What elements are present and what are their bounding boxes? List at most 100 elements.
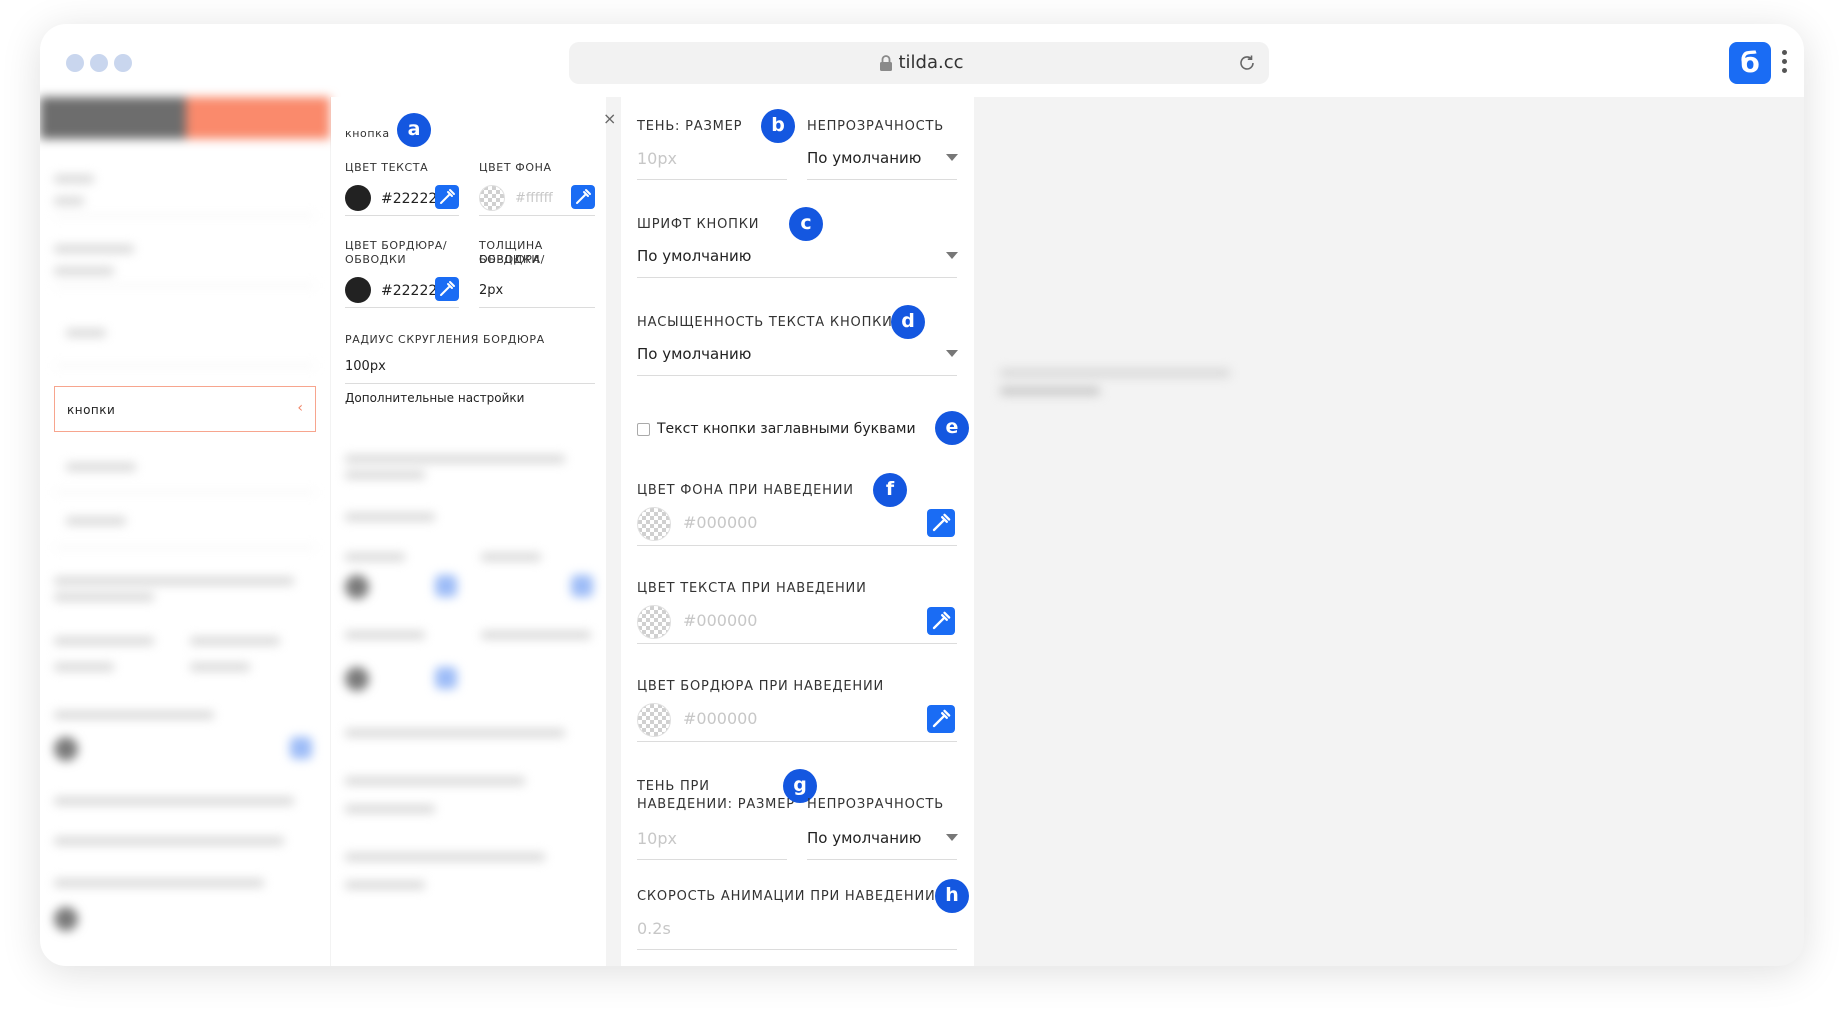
dropdown-arrow-icon[interactable] <box>946 834 958 841</box>
ghost-line <box>54 879 264 887</box>
menu-item-buttons[interactable]: кнопки ‹ <box>54 386 316 432</box>
hover-border-label: ЦВЕТ БОРДЮРА ПРИ НАВЕДЕНИИ <box>637 679 885 694</box>
hover-bg-swatch[interactable] <box>637 507 671 541</box>
ghost-line <box>1000 387 1100 395</box>
text-color-eyedropper-icon[interactable] <box>435 185 459 209</box>
ghost-swatch <box>54 737 78 761</box>
chevron-left-icon: ‹ <box>297 400 303 416</box>
text-color-label: ЦВЕТ ТЕКСТА <box>345 161 429 174</box>
dropdown-arrow-icon[interactable] <box>946 154 958 161</box>
animation-speed-input[interactable]: 0.2s <box>637 919 671 938</box>
ghost-line <box>345 853 545 861</box>
address-bar[interactable]: tilda.cc <box>569 42 1269 84</box>
badge-h: h <box>935 879 969 913</box>
advanced-settings-link[interactable]: Дополнительные настройки <box>345 391 524 405</box>
shadow-opacity-select[interactable]: По умолчанию <box>807 149 921 167</box>
border-color-swatch[interactable] <box>345 277 371 303</box>
badge-d: d <box>891 305 925 339</box>
hover-bg-label: ЦВЕТ ФОНА ПРИ НАВЕДЕНИИ <box>637 483 854 498</box>
bg-color-swatch[interactable] <box>479 185 505 211</box>
kebab-menu-icon[interactable] <box>1782 50 1788 76</box>
ghost-separator <box>54 215 316 216</box>
ghost-line <box>345 881 425 889</box>
ghost-line <box>481 631 591 639</box>
left-settings-panel: кнопки ‹ <box>40 97 330 966</box>
ghost-line <box>66 463 136 471</box>
hover-bg-underline <box>637 545 957 546</box>
ghost-line <box>54 245 134 253</box>
hover-text-input[interactable]: #000000 <box>683 611 757 630</box>
hover-border-underline <box>637 741 957 742</box>
hover-text-swatch[interactable] <box>637 605 671 639</box>
bg-color-placeholder[interactable]: #ffffff <box>515 191 553 206</box>
ghost-line <box>345 455 565 463</box>
ghost-line <box>54 577 294 585</box>
ghost-line <box>66 517 126 525</box>
window-dot-minimize[interactable] <box>90 54 108 72</box>
ghost-picker <box>290 737 312 759</box>
uppercase-checkbox[interactable] <box>637 423 650 436</box>
hover-opacity-select[interactable]: По умолчанию <box>807 829 921 847</box>
dropdown-arrow-icon[interactable] <box>946 252 958 259</box>
badge-a: a <box>397 113 431 147</box>
dropdown-arrow-icon[interactable] <box>946 350 958 357</box>
uppercase-label[interactable]: Текст кнопки заглавными буквами <box>657 421 916 437</box>
ghost-line <box>190 637 280 645</box>
hover-bg-input[interactable]: #000000 <box>683 513 757 532</box>
ghost-line <box>54 797 294 805</box>
extension-button[interactable]: б <box>1729 42 1771 84</box>
text-color-swatch[interactable] <box>345 185 371 211</box>
weight-underline <box>637 375 957 376</box>
url-text: tilda.cc <box>898 52 964 73</box>
ghost-separator <box>54 547 316 548</box>
bg-color-eyedropper-icon[interactable] <box>571 185 595 209</box>
border-color-eyedropper-icon[interactable] <box>435 277 459 301</box>
border-width-input[interactable]: 2px <box>479 283 503 298</box>
ghost-line <box>345 471 425 479</box>
animation-speed-underline <box>637 949 957 950</box>
shadow-opacity-label: НЕПРОЗРАЧНОСТЬ <box>807 119 944 134</box>
hover-shadow-input[interactable]: 10px <box>637 829 677 848</box>
ghost-line <box>481 553 541 561</box>
ghost-line <box>54 663 114 671</box>
shadow-opacity-underline <box>807 179 957 180</box>
advanced-settings-panel: ТЕНЬ: РАЗМЕР b 10px НЕПРОЗРАЧНОСТЬ По ум… <box>621 97 974 966</box>
window-dot-maximize[interactable] <box>114 54 132 72</box>
ghost-line <box>54 593 154 601</box>
button-settings-sharp-area: кнопка a × ЦВЕТ ТЕКСТА #222222 ЦВЕТ ФОНА… <box>331 97 616 412</box>
menu-item-buttons-label: кнопки <box>67 403 116 417</box>
hover-text-eyedropper-icon[interactable] <box>927 607 955 635</box>
ghost-swatch <box>345 575 369 599</box>
badge-f: f <box>873 473 907 507</box>
weight-select[interactable]: По умолчанию <box>637 345 751 363</box>
shadow-size-label: ТЕНЬ: РАЗМЕР <box>637 119 743 134</box>
radius-input[interactable]: 100px <box>345 359 386 374</box>
hover-border-input[interactable]: #000000 <box>683 709 757 728</box>
hover-shadow-label-2: НАВЕДЕНИИ: РАЗМЕР <box>637 797 795 812</box>
ghost-picker <box>435 667 457 689</box>
ghost-line <box>345 729 565 737</box>
border-color-underline <box>345 307 459 308</box>
hover-border-eyedropper-icon[interactable] <box>927 705 955 733</box>
browser-window: tilda.cc б кнопки ‹ кнопка a × ЦВЕТ ТЕКС… <box>40 24 1804 966</box>
reload-icon[interactable] <box>1237 53 1257 73</box>
close-icon[interactable]: × <box>603 109 616 128</box>
shadow-size-input[interactable]: 10px <box>637 149 677 168</box>
radius-underline <box>345 383 595 384</box>
hover-shadow-underline <box>637 859 787 860</box>
border-color-label-1: ЦВЕТ БОРДЮРА/ <box>345 239 448 252</box>
browser-titlebar: tilda.cc б <box>40 24 1804 97</box>
font-select[interactable]: По умолчанию <box>637 247 751 265</box>
hover-text-label: ЦВЕТ ТЕКСТА ПРИ НАВЕДЕНИИ <box>637 581 867 596</box>
hover-border-swatch[interactable] <box>637 703 671 737</box>
font-label: ШРИФТ КНОПКИ <box>637 217 760 232</box>
hover-bg-eyedropper-icon[interactable] <box>927 509 955 537</box>
badge-e: e <box>935 411 969 445</box>
hover-opacity-label: НЕПРОЗРАЧНОСТЬ <box>807 797 944 812</box>
ghost-separator <box>54 285 316 286</box>
ghost-separator <box>54 492 316 493</box>
ghost-line <box>54 637 154 645</box>
ghost-line <box>54 175 94 183</box>
ghost-line <box>345 805 435 813</box>
window-dot-close[interactable] <box>66 54 84 72</box>
